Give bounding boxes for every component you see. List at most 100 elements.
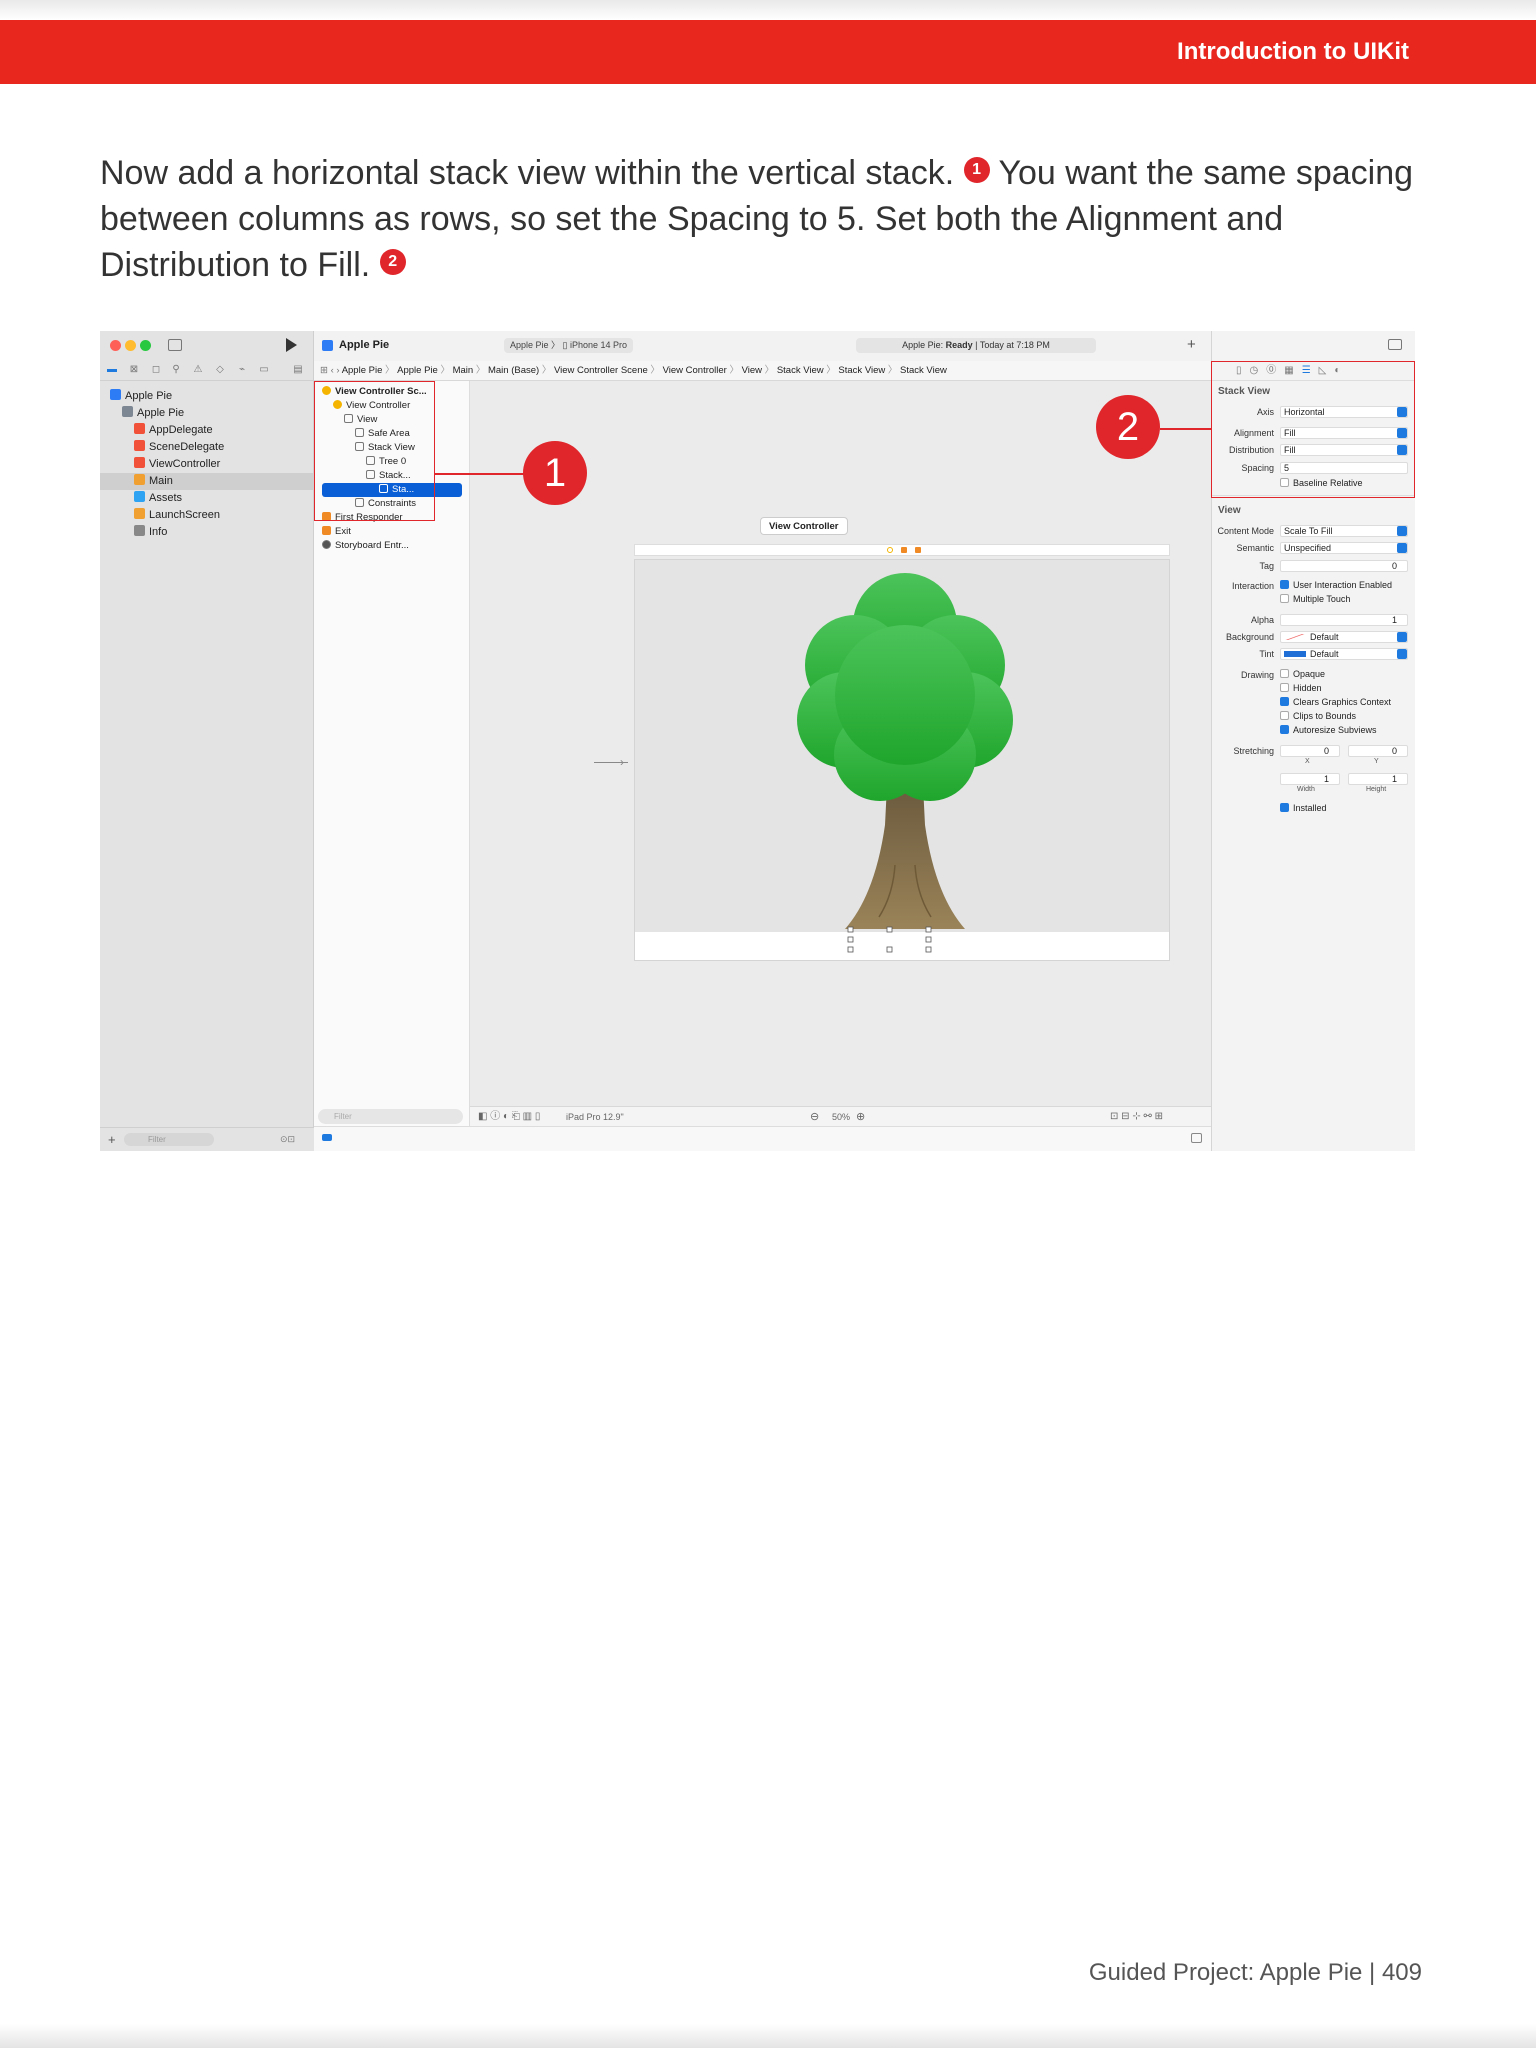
tag-field[interactable]: 0 xyxy=(1280,560,1408,572)
breadcrumb-item[interactable]: Stack View xyxy=(777,365,824,376)
tint-color-popup[interactable]: Default xyxy=(1280,648,1408,660)
autoresize-checkbox[interactable]: Autoresize Subviews xyxy=(1280,725,1377,735)
report-icon[interactable]: ▤ xyxy=(292,364,304,376)
hidden-checkbox[interactable]: Hidden xyxy=(1280,683,1322,693)
chapter-header-bar: Introduction to UIKit xyxy=(0,20,1536,84)
tint-label: Tint xyxy=(1259,649,1274,659)
add-library-icon[interactable]: + xyxy=(1187,336,1196,353)
semantic-popup[interactable]: Unspecified xyxy=(1280,542,1408,554)
y-caption: Y xyxy=(1374,758,1379,765)
source-control-icon[interactable]: ⊠ xyxy=(128,364,140,376)
instruction-text-1: Now add a horizontal stack view within t… xyxy=(100,154,955,192)
content-mode-popup[interactable]: Scale To Fill xyxy=(1280,525,1408,537)
navigator-item[interactable]: Assets xyxy=(100,490,314,507)
folder-navigator-icon[interactable]: ▬ xyxy=(106,364,118,376)
breakpoint-icon[interactable]: ▭ xyxy=(258,364,270,376)
breadcrumb-item[interactable]: Main xyxy=(453,365,474,376)
outline-highlight-box xyxy=(314,381,435,521)
navigator-item-label: Assets xyxy=(149,492,183,504)
navigator-item[interactable]: Main xyxy=(100,473,314,490)
canvas-bottom-bar: ◧ ⓘ ◐ ⎗ ▥ ▯ iPad Pro 12.9" ⊖ 50% ⊕ ⊡ ⊟ ⊹… xyxy=(470,1106,1211,1126)
navigator-item-label: Apple Pie xyxy=(125,390,173,402)
breadcrumb-separator: 〉 xyxy=(762,365,777,376)
breadcrumb-item[interactable]: View Controller xyxy=(663,365,727,376)
instruction-paragraph: Now add a horizontal stack view within t… xyxy=(100,150,1440,288)
stretch-y-field[interactable]: 0 xyxy=(1348,745,1408,757)
plist-icon xyxy=(134,525,145,536)
breadcrumb-item[interactable]: Stack View xyxy=(838,365,885,376)
navigator-item[interactable]: ViewController xyxy=(100,456,314,473)
installed-checkbox[interactable]: Installed xyxy=(1280,803,1327,813)
stretch-height-field[interactable]: 1 xyxy=(1348,773,1408,785)
find-icon[interactable]: ⚲ xyxy=(170,364,182,376)
filter-options-icon[interactable]: ⊙⊡ xyxy=(280,1134,304,1145)
first-responder-dock-icon[interactable] xyxy=(901,547,907,553)
project-icon xyxy=(110,389,121,400)
editor-area: Apple Pie Apple Pie 〉 ▯ iPhone 14 Pro Ap… xyxy=(314,331,1211,1151)
assets-icon xyxy=(134,491,145,502)
zoom-out-icon[interactable]: ⊖ xyxy=(810,1107,819,1127)
clears-graphics-checkbox[interactable]: Clears Graphics Context xyxy=(1280,697,1391,707)
minimize-window-button[interactable] xyxy=(125,340,136,351)
storyboard-icon xyxy=(134,474,145,485)
view-controller-dock-icon[interactable] xyxy=(887,547,893,553)
debug-indicator-icon[interactable] xyxy=(322,1134,332,1141)
layout-tools-icons[interactable]: ⊡ ⊟ ⊹ ⚯ ⊞ xyxy=(1110,1107,1163,1127)
navigator-selector-bar: ▬ ⊠ ◻ ⚲ ⚠ ◇ ⌁ ▭ ▤ xyxy=(100,361,314,381)
close-window-button[interactable] xyxy=(110,340,121,351)
breadcrumb-item[interactable]: Apple Pie xyxy=(397,365,438,376)
debug-icon[interactable]: ⌁ xyxy=(236,364,248,376)
outline-item[interactable]: Storyboard Entr... xyxy=(322,539,409,553)
view-controller-frame[interactable] xyxy=(634,559,1170,961)
navigator-item[interactable]: Apple Pie xyxy=(100,405,314,422)
canvas-tool-icons[interactable]: ◧ ⓘ ◐ ⎗ ▥ ▯ xyxy=(478,1107,540,1127)
page-top-shade xyxy=(0,0,1536,20)
zoom-window-button[interactable] xyxy=(140,340,151,351)
inspector-toggle-icon[interactable] xyxy=(1388,339,1402,350)
breadcrumb-item[interactable]: Apple Pie xyxy=(342,365,383,376)
device-config-label[interactable]: iPad Pro 12.9" xyxy=(566,1107,624,1127)
multiple-touch-checkbox[interactable]: Multiple Touch xyxy=(1280,594,1350,604)
opaque-checkbox[interactable]: Opaque xyxy=(1280,669,1325,679)
scheme-selector[interactable]: Apple Pie 〉 ▯ iPhone 14 Pro xyxy=(504,338,634,353)
stretch-x-field[interactable]: 0 xyxy=(1280,745,1340,757)
zoom-in-icon[interactable]: ⊕ xyxy=(856,1107,865,1127)
view-section-title: View xyxy=(1218,505,1241,516)
breadcrumb-item[interactable]: Main (Base) xyxy=(488,365,539,376)
callout-2: 2 xyxy=(1096,395,1160,459)
exit-dock-icon[interactable] xyxy=(915,547,921,553)
sidebar-toggle-icon[interactable] xyxy=(168,339,182,351)
bookmark-icon[interactable]: ◻ xyxy=(150,364,162,376)
breadcrumb-item[interactable]: View xyxy=(742,365,762,376)
debug-area-toggle-icon[interactable] xyxy=(1191,1133,1202,1143)
tag-label: Tag xyxy=(1259,561,1274,571)
user-interaction-checkbox[interactable]: User Interaction Enabled xyxy=(1280,580,1392,590)
navigator-item[interactable]: Apple Pie xyxy=(100,388,314,405)
issue-icon[interactable]: ⚠ xyxy=(192,364,204,376)
clips-to-bounds-checkbox[interactable]: Clips to Bounds xyxy=(1280,711,1356,721)
breadcrumb-separator: 〉 xyxy=(382,365,398,376)
storyboard-icon xyxy=(134,508,145,519)
navigator-item[interactable]: LaunchScreen xyxy=(100,507,314,524)
jump-bar-nav-icons[interactable]: ⊞ ‹ › xyxy=(314,365,342,376)
content-mode-label: Content Mode xyxy=(1217,526,1274,536)
outline-item-icon xyxy=(322,526,331,535)
add-file-icon[interactable]: + xyxy=(108,1132,116,1147)
outline-filter-input[interactable]: Filter xyxy=(318,1109,463,1124)
outline-item[interactable]: Exit xyxy=(322,525,351,539)
alpha-field[interactable]: 1 xyxy=(1280,614,1408,626)
background-color-popup[interactable]: Default xyxy=(1280,631,1408,643)
navigator-item[interactable]: AppDelegate xyxy=(100,422,314,439)
stretch-width-field[interactable]: 1 xyxy=(1280,773,1340,785)
activity-status: Apple Pie: Ready | Today at 7:18 PM xyxy=(856,338,1096,353)
breadcrumb-item[interactable]: Stack View xyxy=(900,365,947,376)
navigator-item[interactable]: Info xyxy=(100,524,314,541)
entry-arrow-head-icon: › xyxy=(620,755,624,769)
breadcrumb-item[interactable]: View Controller Scene xyxy=(554,365,648,376)
run-play-icon[interactable] xyxy=(286,338,297,352)
swift-file-icon xyxy=(134,440,145,451)
test-icon[interactable]: ◇ xyxy=(214,364,226,376)
navigator-filter-input[interactable]: Filter xyxy=(124,1133,214,1146)
outline-item-label: Storyboard Entr... xyxy=(335,540,409,551)
navigator-item[interactable]: SceneDelegate xyxy=(100,439,314,456)
